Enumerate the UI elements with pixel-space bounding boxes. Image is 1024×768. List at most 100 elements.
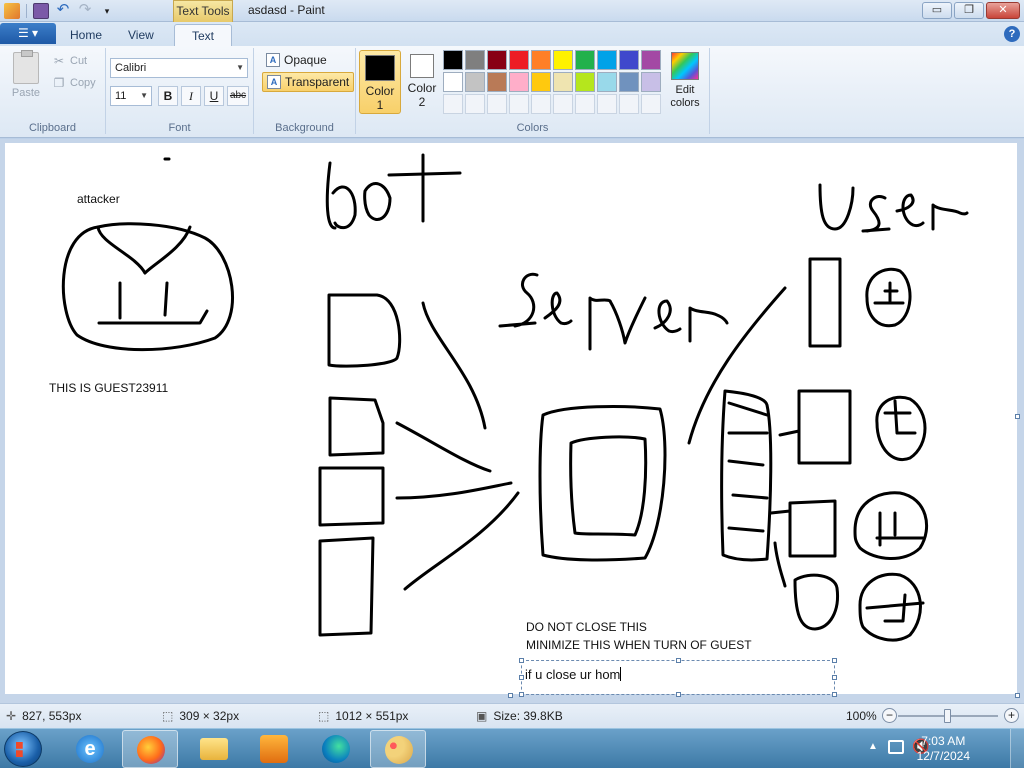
folder-icon <box>200 738 228 760</box>
zoom-out-button[interactable]: − <box>882 708 897 723</box>
edge-icon <box>322 735 350 763</box>
zoom-slider-thumb[interactable] <box>944 709 951 723</box>
resize-handle-e[interactable] <box>832 675 837 680</box>
taskbar-paint[interactable] <box>370 730 426 768</box>
resize-handle-n[interactable] <box>676 658 681 663</box>
cut-button[interactable]: ✂ Cut <box>52 54 87 68</box>
crosshair-icon: ✛ <box>6 709 17 723</box>
tab-home[interactable]: Home <box>60 24 112 46</box>
network-icon[interactable] <box>888 740 904 754</box>
paint-app-icon[interactable] <box>4 3 20 19</box>
background-group-label: Background <box>275 122 334 134</box>
internet-explorer-icon: e <box>76 735 104 763</box>
canvas-resize-handle-right[interactable] <box>1015 414 1020 419</box>
resize-handle-se[interactable] <box>832 692 837 697</box>
copy-label: Copy <box>70 77 96 89</box>
warning-line2: MINIMIZE THIS WHEN TURN OF GUEST <box>526 638 752 652</box>
transparent-option[interactable]: A Transparent <box>262 72 355 92</box>
save-icon[interactable] <box>33 3 49 19</box>
chevron-down-icon: ▼ <box>140 91 148 100</box>
selection-icon: ⬚ <box>162 709 174 723</box>
zoom-out-icon: − <box>885 708 893 722</box>
zoom-in-icon: + <box>1007 708 1015 722</box>
canvas-workarea[interactable]: attacker THIS IS GUEST23911 DO NOT CLOSE… <box>0 139 1024 703</box>
image-size-icon: ⬚ <box>318 709 330 723</box>
minimize-icon: ▭ <box>931 4 943 16</box>
zoom-level: 100% <box>846 709 877 723</box>
bold-button[interactable]: B <box>158 86 178 106</box>
resize-handle-nw[interactable] <box>519 658 524 663</box>
canvas-resize-handle-bottom[interactable] <box>508 693 513 698</box>
taskbar: e ▲ 🔇 7:03 AM 12/7/2024 <box>0 728 1024 768</box>
minimize-button[interactable]: ▭ <box>922 2 952 19</box>
copy-button[interactable]: ❐ Copy <box>52 76 96 90</box>
font-family-value: Calibri <box>115 62 147 74</box>
undo-icon[interactable]: ↶ <box>55 2 71 19</box>
strikethrough-button[interactable]: abc <box>227 86 249 106</box>
zoom-slider[interactable] <box>898 709 998 723</box>
clock-date: 12/7/2024 <box>916 749 970 763</box>
italic-button[interactable]: I <box>181 86 201 106</box>
resize-handle-ne[interactable] <box>832 658 837 663</box>
taskbar-file-explorer[interactable] <box>186 730 242 768</box>
taskbar-edge[interactable] <box>308 730 364 768</box>
font-size-select[interactable]: 11 ▼ <box>110 86 152 106</box>
resize-handle-s[interactable] <box>676 692 681 697</box>
text-box-input[interactable]: if u close ur hom <box>525 667 622 682</box>
redo-icon[interactable]: ↷ <box>77 2 93 19</box>
firefox-icon <box>137 736 165 764</box>
selection-size-value: 309 × 32px <box>179 709 240 723</box>
taskbar-media-player[interactable] <box>246 730 302 768</box>
font-size-value: 11 <box>115 90 127 102</box>
transparent-icon: A <box>267 75 281 89</box>
show-hidden-icons-icon[interactable]: ▲ <box>868 741 878 752</box>
active-text-box[interactable]: if u close ur hom <box>519 658 837 697</box>
resize-handle-w[interactable] <box>519 675 524 680</box>
ribbon: Paste ✂ Cut ❐ Copy Clipboard Font Calibr… <box>0 46 1024 138</box>
font-group-label: Font <box>168 122 191 134</box>
clock-time: 7:03 AM <box>921 734 966 748</box>
cursor-position-value: 827, 553px <box>22 709 82 723</box>
opaque-option[interactable]: A Opaque <box>262 50 331 70</box>
colors-group-label: Colors <box>516 122 549 134</box>
start-button[interactable] <box>4 731 42 767</box>
opaque-icon: A <box>266 53 280 67</box>
close-button[interactable]: ✕ <box>986 2 1020 19</box>
paste-label: Paste <box>11 87 41 99</box>
opaque-label: Opaque <box>284 53 327 67</box>
disk-icon: ▣ <box>476 709 488 723</box>
font-family-select[interactable]: Calibri ▼ <box>110 58 248 78</box>
tab-view[interactable]: View <box>118 24 164 46</box>
file-size-value: Size: 39.8KB <box>493 709 563 723</box>
hand-drawn-sketch <box>61 153 969 642</box>
close-icon: ✕ <box>998 4 1008 16</box>
media-player-icon <box>260 735 288 763</box>
text-box-value: if u close ur hom <box>525 667 621 682</box>
taskbar-firefox[interactable] <box>122 730 178 768</box>
chevron-down-icon: ▼ <box>236 63 244 72</box>
paste-button[interactable]: Paste <box>8 50 44 99</box>
status-bar: ✛ 827, 553px ⬚ 309 × 32px ⬚ 1012 × 551px… <box>0 703 1024 728</box>
resize-handle-sw[interactable] <box>519 692 524 697</box>
cut-label: Cut <box>70 55 88 67</box>
zoom-in-button[interactable]: + <box>1004 708 1019 723</box>
drawing-canvas[interactable]: attacker THIS IS GUEST23911 DO NOT CLOSE… <box>5 143 1017 697</box>
help-icon[interactable]: ? <box>1004 26 1020 42</box>
quick-access-toolbar: ↶ ↷ ▾ <box>4 2 115 19</box>
underline-button[interactable]: U <box>204 86 224 106</box>
scissors-icon: ✂ <box>53 54 65 68</box>
selection-size: ⬚ 309 × 32px <box>162 709 239 723</box>
tab-text[interactable]: Text <box>174 24 232 46</box>
customize-toolbar-icon[interactable]: ▾ <box>99 3 115 19</box>
colors-group: Colors <box>356 48 710 134</box>
maximize-button[interactable]: ❐ <box>954 2 984 19</box>
clipboard-group: Paste ✂ Cut ❐ Copy Clipboard <box>0 48 106 134</box>
taskbar-internet-explorer[interactable]: e <box>62 730 118 768</box>
file-menu-button[interactable]: ☰ ▾ <box>0 23 56 44</box>
cursor-position: ✛ 827, 553px <box>6 709 81 723</box>
attacker-label: attacker <box>77 192 120 206</box>
canvas-resize-handle-corner[interactable] <box>1015 693 1020 698</box>
show-desktop-button[interactable] <box>1010 729 1024 768</box>
clock[interactable]: 7:03 AM 12/7/2024 <box>917 734 970 764</box>
text-cursor <box>620 667 622 681</box>
